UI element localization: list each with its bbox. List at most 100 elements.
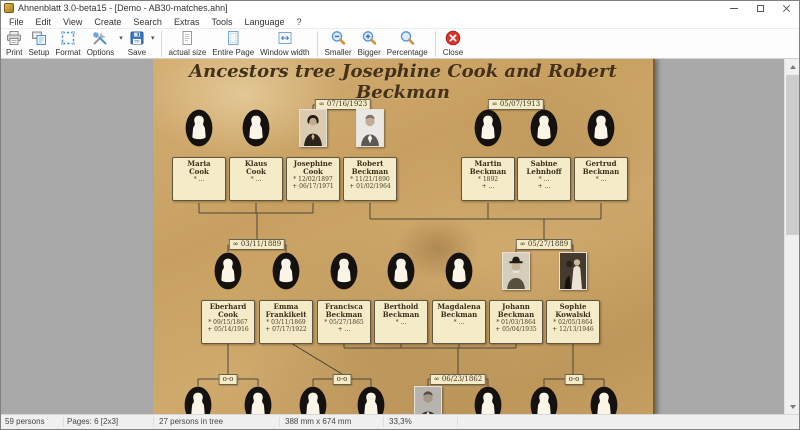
photo-wedding-dark[interactable] xyxy=(559,252,587,290)
menu-item-create[interactable]: Create xyxy=(88,17,127,27)
tools-button[interactable]: Options xyxy=(84,30,118,58)
toolbar-button-label: Bigger xyxy=(358,48,381,57)
person-card[interactable]: Sophie Kowalski* 02/05/1864+ 12/13/1946 xyxy=(546,300,600,344)
silhouette-icon[interactable] xyxy=(387,252,415,290)
person-date: + 05/14/1916 xyxy=(203,326,253,333)
person-date: * 01/03/1864 xyxy=(491,319,541,326)
maximize-button[interactable] xyxy=(747,1,773,15)
person-name: Johann Beckman xyxy=(491,303,541,319)
silhouette-icon[interactable] xyxy=(184,386,212,414)
person-date: * ... xyxy=(519,176,569,183)
person-date: + 07/17/1922 xyxy=(261,326,311,333)
scroll-up-button[interactable] xyxy=(785,59,799,74)
menu-item-tools[interactable]: Tools xyxy=(205,17,238,27)
menu-item-edit[interactable]: Edit xyxy=(30,17,58,27)
menu-item-extras[interactable]: Extras xyxy=(168,17,206,27)
window-controls xyxy=(721,1,799,15)
close-window-button[interactable] xyxy=(773,1,799,15)
silhouette-icon[interactable] xyxy=(299,386,327,414)
zoom-in-button[interactable]: Bigger xyxy=(355,30,384,58)
person-card[interactable]: Emma Frankikeit* 03/11/1869+ 07/17/1922 xyxy=(259,300,313,344)
dropdown-arrow-icon[interactable]: ▾ xyxy=(117,30,125,47)
silhouette-icon[interactable] xyxy=(214,252,242,290)
silhouette-icon[interactable] xyxy=(357,386,385,414)
menu-item-language[interactable]: Language xyxy=(238,17,290,27)
person-name: Sophie Kowalski xyxy=(548,303,598,319)
zoom-out-button[interactable]: Smaller xyxy=(322,30,355,58)
photo-man-hat[interactable] xyxy=(502,252,530,290)
dropdown-arrow-icon[interactable]: ▾ xyxy=(149,30,157,47)
person-card[interactable]: Magdalena Beckman* ... xyxy=(432,300,486,344)
printer-icon xyxy=(6,30,22,47)
person-name: Emma Frankikeit xyxy=(261,303,311,319)
silhouette-icon[interactable] xyxy=(530,386,558,414)
person-date: * 12/02/1897 xyxy=(288,176,338,183)
silhouette-icon[interactable] xyxy=(474,386,502,414)
silhouette-icon[interactable] xyxy=(272,252,300,290)
silhouette-icon[interactable] xyxy=(590,386,618,414)
menu-item-view[interactable]: View xyxy=(57,17,88,27)
silhouette-icon[interactable] xyxy=(445,252,473,290)
vertical-scrollbar[interactable] xyxy=(784,59,799,414)
photo-woman-sepia[interactable] xyxy=(299,109,327,147)
silhouette-icon[interactable] xyxy=(530,109,558,147)
status-bar: 59 personsPages: 6 [2x3]27 persons in tr… xyxy=(1,414,799,429)
floppy-button[interactable]: Save xyxy=(125,30,149,58)
silhouette-icon[interactable] xyxy=(587,109,615,147)
title-bar: Ahnenblatt 3.0-beta15 - [Demo - AB30-mat… xyxy=(1,1,799,15)
toolbar-button-label: Print xyxy=(6,48,22,57)
toolbar-separator xyxy=(317,31,318,57)
page-width-button[interactable]: Window width xyxy=(257,30,312,58)
close-red-button[interactable]: Close xyxy=(440,30,466,58)
menu-item-search[interactable]: Search xyxy=(127,17,168,27)
statusbar-separator xyxy=(383,417,384,427)
silhouette-icon[interactable] xyxy=(242,109,270,147)
person-date: * ... xyxy=(576,176,626,183)
page-actual-button[interactable]: actual size xyxy=(166,30,210,58)
person-card[interactable]: Robert Beckman* 11/21/1890+ 01/02/1964 xyxy=(343,157,397,201)
statusbar-panel: 388 mm x 674 mm xyxy=(285,417,351,426)
person-card[interactable]: Johann Beckman* 01/03/1864+ 05/04/1935 xyxy=(489,300,543,344)
silhouette-icon[interactable] xyxy=(474,109,502,147)
close-icon xyxy=(782,4,791,13)
toolbar-button-label: Smaller xyxy=(325,48,352,57)
silhouette-icon[interactable] xyxy=(330,252,358,290)
person-card[interactable]: Klaus Cook* ... xyxy=(229,157,283,201)
menu-item-file[interactable]: File xyxy=(3,17,30,27)
format-frame-button[interactable]: Format xyxy=(52,30,83,58)
person-date: * 1892 xyxy=(463,176,513,183)
person-card[interactable]: Berthold Beckman* ... xyxy=(374,300,428,344)
scrollbar-thumb[interactable] xyxy=(786,75,799,235)
marriage-label: o-o xyxy=(219,374,238,385)
person-card[interactable]: Maria Cook* ... xyxy=(172,157,226,201)
person-date: + ... xyxy=(519,183,569,190)
menu-item-[interactable]: ? xyxy=(291,17,308,27)
zoom-out-icon xyxy=(330,30,346,47)
silhouette-icon[interactable] xyxy=(244,386,272,414)
tools-icon xyxy=(92,30,108,47)
person-card[interactable]: Gertrud Beckman* ... xyxy=(574,157,628,201)
scroll-down-button[interactable] xyxy=(785,399,799,414)
statusbar-separator xyxy=(63,417,64,427)
photo-man-gray[interactable] xyxy=(414,386,442,414)
page-entire-button[interactable]: Entire Page xyxy=(209,30,257,58)
statusbar-separator xyxy=(279,417,280,427)
zoom-percent-button[interactable]: Percentage xyxy=(384,30,431,58)
minimize-button[interactable] xyxy=(721,1,747,15)
person-card[interactable]: Josephine Cook* 12/02/1897+ 06/17/1971 xyxy=(286,157,340,201)
arrow-up-icon xyxy=(790,62,796,69)
person-card[interactable]: Eberhard Cook* 09/15/1867+ 05/14/1916 xyxy=(201,300,255,344)
person-card[interactable]: Martin Beckman* 1892+ ... xyxy=(461,157,515,201)
printer-setup-button[interactable]: Setup xyxy=(25,30,52,58)
toolbar-button-label: Format xyxy=(55,48,80,57)
silhouette-icon[interactable] xyxy=(185,109,213,147)
printer-button[interactable]: Print xyxy=(3,30,25,58)
photo-man-light[interactable] xyxy=(356,109,384,147)
person-card[interactable]: Francisca Beckman* 05/27/1865+ ... xyxy=(317,300,371,344)
floppy-icon xyxy=(129,30,145,47)
person-card[interactable]: Sabine Lehnhoff* ...+ ... xyxy=(517,157,571,201)
person-date: * ... xyxy=(231,176,281,183)
person-name: Klaus Cook xyxy=(231,160,281,176)
format-frame-icon xyxy=(60,30,76,47)
person-date: * ... xyxy=(376,319,426,326)
